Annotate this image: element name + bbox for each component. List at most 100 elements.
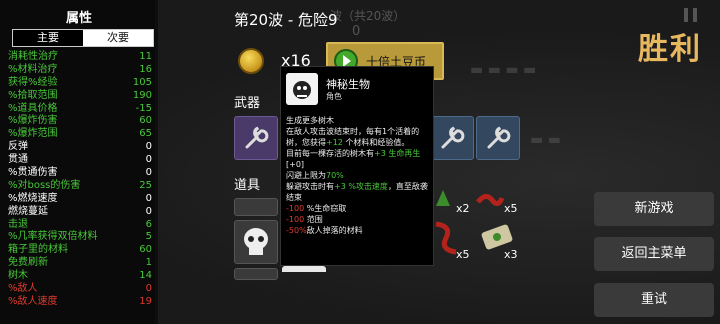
item-slot[interactable]: [234, 198, 278, 216]
item-count: x3: [504, 248, 518, 261]
stat-value: 0: [145, 205, 152, 217]
stat-row: %贯通伤害 0: [8, 167, 152, 180]
tooltip-text-segment: +3 %攻击速度: [334, 182, 388, 191]
stat-value: 0: [145, 192, 152, 204]
tooltip-text-segment: 敌人掉落的材料: [306, 226, 363, 235]
stat-row: %敌人速度 19: [8, 296, 152, 309]
stat-value: 25: [139, 179, 152, 191]
stat-row: %拾取范围 190: [8, 90, 152, 103]
stat-value: 60: [139, 115, 152, 127]
stat-value: 19: [139, 295, 152, 307]
tab-secondary[interactable]: 次要: [83, 30, 153, 46]
stat-value: 65: [139, 128, 152, 140]
stat-row: 反弹 0: [8, 141, 152, 154]
stat-row: %燃烧速度 0: [8, 193, 152, 206]
stats-tabs: 主要 次要: [12, 29, 154, 47]
victory-title: 胜利: [638, 32, 702, 67]
tooltip-description: 生成更多树木 在敌人攻击波结束时，每有1个活着的树，您获得+12 个材料和经验值。…: [286, 115, 431, 236]
new-game-button[interactable]: 新游戏: [594, 192, 714, 226]
stat-label: %道具价格: [8, 102, 58, 114]
stat-row: %材料治疗 16: [8, 64, 152, 77]
stat-label: %敌人: [8, 283, 38, 295]
item-slot[interactable]: [234, 220, 278, 264]
mystery-creature-icon: [286, 73, 318, 105]
tooltip-name: 神秘生物: [326, 78, 370, 91]
stat-label: %对boss的伤害: [8, 179, 81, 191]
stat-label: %材料治疗: [8, 63, 58, 75]
stat-label: 获得%经验: [8, 76, 58, 88]
stat-row: 燃烧蔓延 0: [8, 206, 152, 219]
tooltip-text-segment: +12: [326, 138, 343, 147]
wave-ghost-text: 波（共20波）: [330, 9, 406, 23]
stat-label: %几率获得双倍材料: [8, 231, 98, 243]
stat-value: 1: [145, 257, 152, 269]
tab-primary[interactable]: 主要: [13, 30, 83, 46]
stat-value: 16: [139, 63, 152, 75]
weapon-slot[interactable]: [476, 116, 520, 160]
main-menu-button[interactable]: 返回主菜单: [594, 237, 714, 271]
stat-label: %贯通伤害: [8, 167, 58, 179]
tooltip-text-segment: -50%: [286, 226, 307, 235]
stat-label: 燃烧蔓延: [8, 205, 48, 217]
stat-row: 消耗性治疗 11: [8, 51, 152, 64]
stat-row: %敌人 0: [8, 283, 152, 296]
tooltip-portrait-corner: [282, 266, 326, 272]
stat-value: 0: [145, 141, 152, 153]
stat-value: 0: [145, 283, 152, 295]
stat-label: 反弹: [8, 141, 28, 153]
stat-label: 消耗性治疗: [8, 51, 58, 62]
stat-row: %对boss的伤害 25: [8, 180, 152, 193]
stat-row: 获得%经验 105: [8, 77, 152, 90]
stat-label: %拾取范围: [8, 89, 58, 101]
stat-row: %几率获得双倍材料 5: [8, 231, 152, 244]
stat-label: %爆炸伤害: [8, 115, 58, 127]
pause-icon[interactable]: [684, 8, 698, 22]
wrench-icon: [487, 126, 511, 149]
wrench-icon: [441, 126, 465, 149]
skull-icon: [244, 228, 268, 255]
coin-icon: [238, 48, 264, 74]
weapon-slot[interactable]: [430, 116, 474, 160]
stat-value: 190: [132, 89, 152, 101]
item-count: x2: [456, 202, 470, 215]
character-tooltip: 神秘生物 角色 生成更多树木 在敌人攻击波结束时，每有1个活着的树，您获得+12 …: [280, 66, 434, 266]
weapons-label: 武器: [234, 96, 261, 111]
stat-row: 贯通 0: [8, 154, 152, 167]
tooltip-type: 角色: [326, 92, 342, 101]
stat-value: -15: [135, 102, 152, 114]
stat-value: 0: [145, 167, 152, 179]
item-slot[interactable]: [234, 268, 278, 280]
tooltip-text-segment: 闪避上限为: [286, 171, 326, 180]
tooltip-text-segment: -100: [286, 215, 305, 224]
tooltip-text-segment: [+0]: [286, 160, 305, 169]
tooltip-text-segment: 70%: [326, 171, 344, 180]
tooltip-text-segment: +3 生命再生: [374, 149, 421, 158]
stat-row: %爆炸范围 65: [8, 128, 152, 141]
item-count: x5: [504, 202, 518, 215]
tooltip-text-segment: 目前每一棵存活的树木有: [286, 149, 374, 158]
retry-button[interactable]: 重试: [594, 283, 714, 317]
stats-title: 属性: [65, 11, 92, 26]
stat-label: 击退: [8, 218, 28, 230]
stats-panel: 属性 主要 次要 消耗性治疗 11 %材料治疗 16 获得%经验 105 %拾取范围 190%…: [0, 0, 158, 324]
wave-title: 第20波 - 危险9: [234, 11, 338, 29]
stat-row: 免费刷新 1: [8, 257, 152, 270]
stat-label: 箱子里的材料: [8, 244, 68, 256]
tooltip-text-segment: 范围: [304, 215, 323, 224]
stat-row: 树木 14: [8, 270, 152, 283]
tooltip-text-segment: %生命窃取: [304, 204, 347, 213]
stat-row: 箱子里的材料 60: [8, 244, 152, 257]
tooltip-text-segment: 生成更多树木: [286, 116, 334, 125]
weapon-slot[interactable]: [234, 116, 278, 160]
stat-value: 14: [139, 270, 152, 282]
stat-value: 60: [139, 244, 152, 256]
wrench-icon: [245, 126, 269, 149]
stat-row: %爆炸伤害 60: [8, 115, 152, 128]
tooltip-text-segment: 个材料和经验值。: [342, 138, 410, 147]
stat-row: 击退 6: [8, 219, 152, 232]
items-label: 道具: [234, 178, 261, 193]
stats-scrollbar[interactable]: [155, 0, 158, 324]
stat-row: %道具价格 -15: [8, 103, 152, 116]
item-count: x5: [456, 248, 470, 261]
stat-label: 免费刷新: [8, 257, 48, 269]
